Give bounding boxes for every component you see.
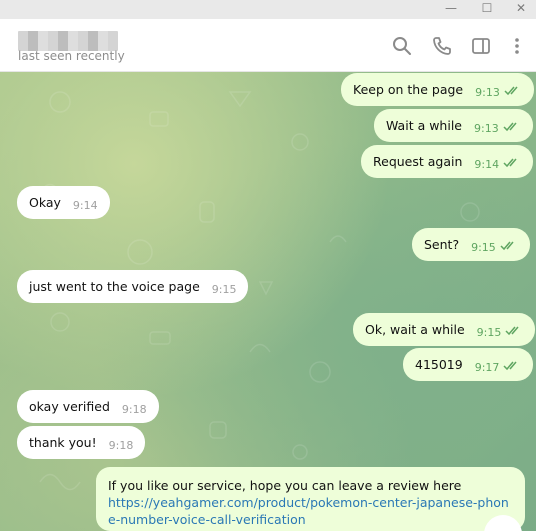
contact-status: last seen recently bbox=[18, 49, 125, 63]
message-text: Okay bbox=[29, 195, 61, 210]
more-vertical-icon[interactable] bbox=[506, 35, 528, 57]
chat-header: last seen recently bbox=[0, 19, 536, 72]
message-outgoing[interactable]: Sent? 9:15 bbox=[412, 228, 530, 261]
message-time: 9:18 bbox=[121, 403, 147, 416]
double-check-icon bbox=[503, 361, 521, 371]
message-text: Sent? bbox=[424, 237, 460, 252]
sidebar-toggle-icon[interactable] bbox=[470, 35, 492, 57]
window-titlebar: — ☐ ✕ bbox=[0, 0, 536, 19]
double-check-icon bbox=[504, 86, 522, 96]
message-text: Keep on the page bbox=[353, 82, 464, 97]
message-time: 9:17 bbox=[474, 361, 500, 374]
minimize-button[interactable]: — bbox=[436, 0, 466, 19]
message-incoming[interactable]: okay verified 9:18 bbox=[17, 390, 159, 423]
message-text: just went to the voice page bbox=[29, 279, 200, 294]
message-link[interactable]: https://yeahgamer.com/product/pokemon-ce… bbox=[108, 494, 513, 528]
close-button[interactable]: ✕ bbox=[506, 0, 536, 19]
message-outgoing[interactable]: If you like our service, hope you can le… bbox=[96, 467, 525, 531]
message-incoming[interactable]: Okay 9:14 bbox=[17, 186, 110, 219]
double-check-icon bbox=[503, 122, 521, 132]
message-outgoing[interactable]: 415019 9:17 bbox=[403, 348, 534, 381]
message-text: thank you! bbox=[29, 435, 97, 450]
search-icon[interactable] bbox=[391, 35, 413, 57]
message-incoming[interactable]: just went to the voice page 9:15 bbox=[17, 270, 249, 303]
message-time: 9:13 bbox=[473, 122, 499, 135]
message-outgoing[interactable]: Ok, wait a while 9:15 bbox=[353, 313, 536, 346]
message-time: 9:15 bbox=[211, 283, 237, 296]
message-outgoing[interactable]: Wait a while 9:13 bbox=[374, 109, 533, 142]
message-time: 9:15 bbox=[471, 241, 496, 254]
message-incoming[interactable]: thank you! 9:18 bbox=[17, 426, 146, 459]
chat-area[interactable]: Keep on the page 9:13 Wait a while 9:13 Re… bbox=[0, 72, 536, 531]
double-check-icon bbox=[503, 158, 521, 168]
message-text: okay verified bbox=[29, 399, 110, 414]
double-check-icon bbox=[500, 241, 518, 251]
phone-icon[interactable] bbox=[431, 35, 453, 57]
double-check-icon bbox=[505, 326, 523, 336]
message-time: 9:14 bbox=[72, 199, 98, 212]
maximize-button[interactable]: ☐ bbox=[472, 0, 502, 19]
message-text: Request again bbox=[373, 154, 463, 169]
contact-name-redacted[interactable] bbox=[18, 31, 118, 51]
message-text: If you like our service, hope you can le… bbox=[108, 478, 462, 493]
message-time: 9:18 bbox=[108, 439, 134, 452]
message-time: 9:15 bbox=[476, 326, 502, 339]
message-text: 415019 bbox=[415, 357, 463, 372]
message-text: Ok, wait a while bbox=[365, 322, 465, 337]
message-time: 9:13 bbox=[475, 86, 500, 99]
message-outgoing[interactable]: Keep on the page 9:13 bbox=[341, 73, 534, 106]
message-outgoing[interactable]: Request again 9:14 bbox=[361, 145, 534, 178]
message-time: 9:14 bbox=[474, 158, 500, 171]
message-text: Wait a while bbox=[386, 118, 462, 133]
